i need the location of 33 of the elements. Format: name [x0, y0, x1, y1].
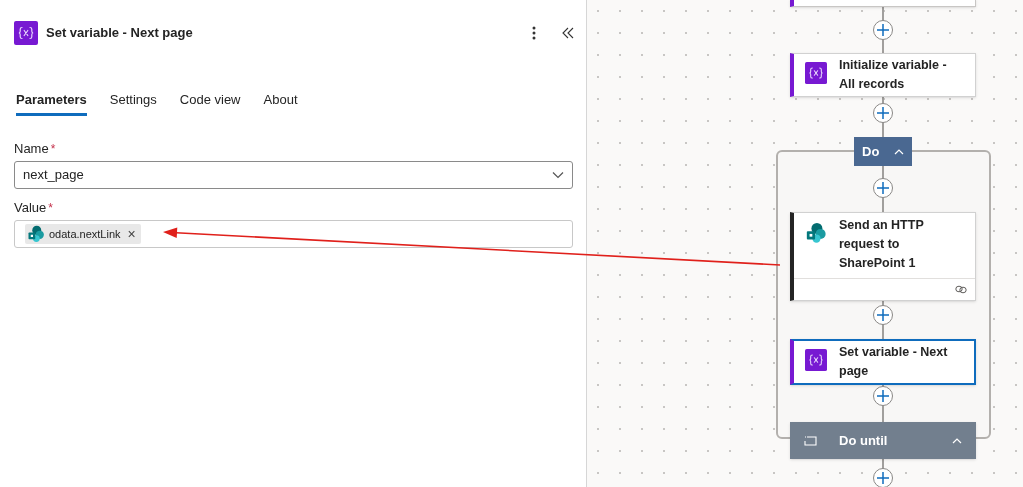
remove-token[interactable]: ×: [124, 223, 139, 245]
braces-icon: [14, 21, 38, 45]
add-step-button[interactable]: [873, 468, 893, 487]
add-step-button[interactable]: [873, 103, 893, 123]
card-title: Initialize variable - All records: [839, 57, 948, 93]
link-icon: [955, 285, 967, 294]
braces-icon: [805, 349, 827, 371]
action-card[interactable]: Initialize variable - All records: [790, 53, 976, 97]
action-card[interactable]: Send an HTTP request to SharePoint 1: [790, 212, 976, 301]
card-title: Send an HTTP request to SharePoint 1: [839, 217, 925, 272]
name-dropdown[interactable]: next_page: [14, 161, 573, 189]
required-mark: *: [48, 200, 53, 217]
field-label: Name: [14, 140, 49, 159]
panel-title: Set variable - Next page: [46, 24, 193, 43]
token-chip[interactable]: odata.nextLink ×: [25, 224, 141, 244]
required-mark: *: [50, 141, 56, 158]
chevron-down-icon: [552, 171, 564, 179]
action-card[interactable]: Set variable - Next page: [790, 339, 976, 385]
loop-icon: [804, 435, 817, 446]
add-step-button[interactable]: [873, 20, 893, 40]
loop-header[interactable]: Do until: [790, 422, 976, 459]
braces-icon: [805, 62, 827, 84]
card-title: Set variable - Next page: [839, 344, 949, 380]
sharepoint-icon: [27, 225, 45, 243]
tab[interactable]: Settings: [109, 87, 157, 116]
token-label: odata.nextLink: [49, 226, 121, 242]
sharepoint-icon: [805, 222, 827, 244]
tab[interactable]: About: [263, 87, 298, 116]
scope-header[interactable]: Do: [854, 137, 912, 166]
field-label: Value: [14, 199, 47, 218]
tab[interactable]: Parameters: [16, 87, 87, 116]
value-field[interactable]: odata.nextLink ×: [14, 220, 573, 248]
tab[interactable]: Code view: [179, 87, 241, 116]
